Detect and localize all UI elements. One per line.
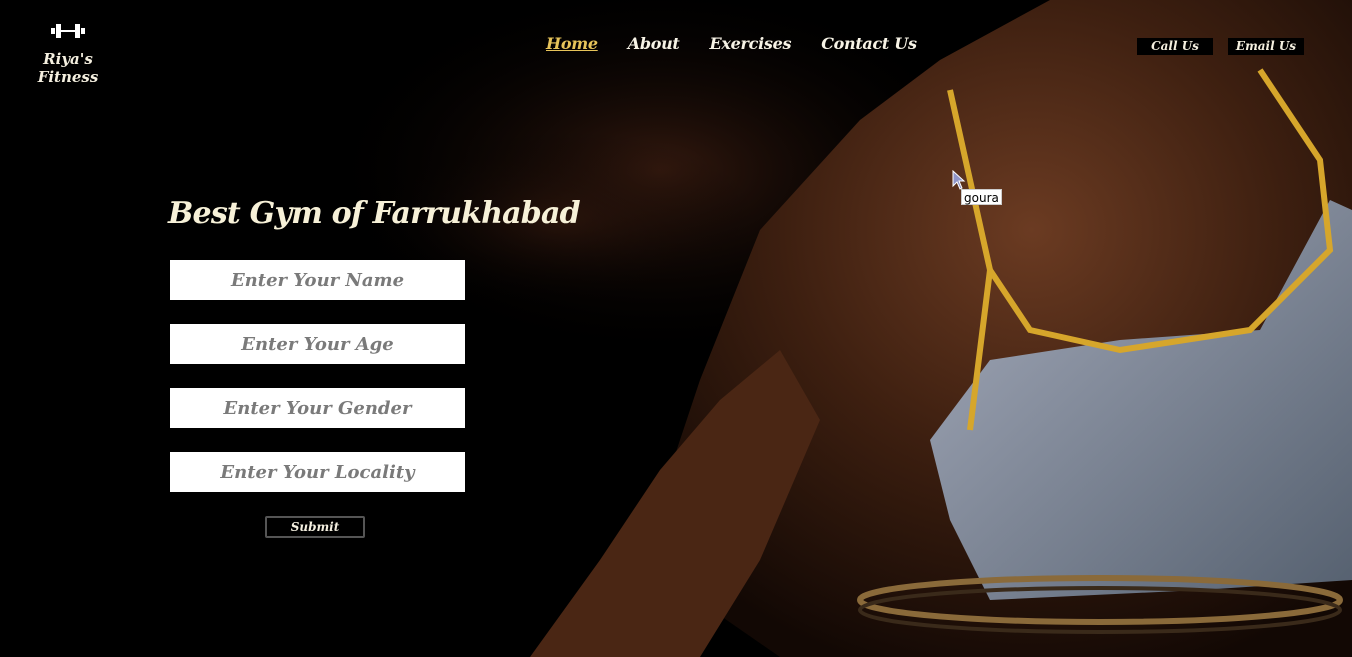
name-input[interactable] (170, 260, 465, 300)
brand-name: Riya's Fitness (37, 50, 99, 86)
submit-button[interactable]: Submit (265, 516, 365, 538)
email-us-button[interactable]: Email Us (1228, 38, 1304, 55)
tooltip: goura (961, 189, 1002, 205)
age-input[interactable] (170, 324, 465, 364)
nav-exercises[interactable]: Exercises (710, 34, 792, 53)
mouse-cursor-icon (952, 170, 966, 190)
form-title: Best Gym of Farrukhabad (168, 196, 581, 231)
main-nav: Home About Exercises Contact Us (546, 34, 947, 53)
dumbbell-icon (51, 24, 85, 38)
call-us-button[interactable]: Call Us (1137, 38, 1213, 55)
nav-contact-us[interactable]: Contact Us (821, 34, 917, 53)
brand-logo[interactable]: Riya's Fitness (22, 22, 114, 86)
locality-input[interactable] (170, 452, 465, 492)
gender-input[interactable] (170, 388, 465, 428)
nav-about[interactable]: About (628, 34, 680, 53)
nav-home[interactable]: Home (546, 34, 598, 53)
hero-section: Riya's Fitness Home About Exercises Cont… (0, 0, 1352, 657)
